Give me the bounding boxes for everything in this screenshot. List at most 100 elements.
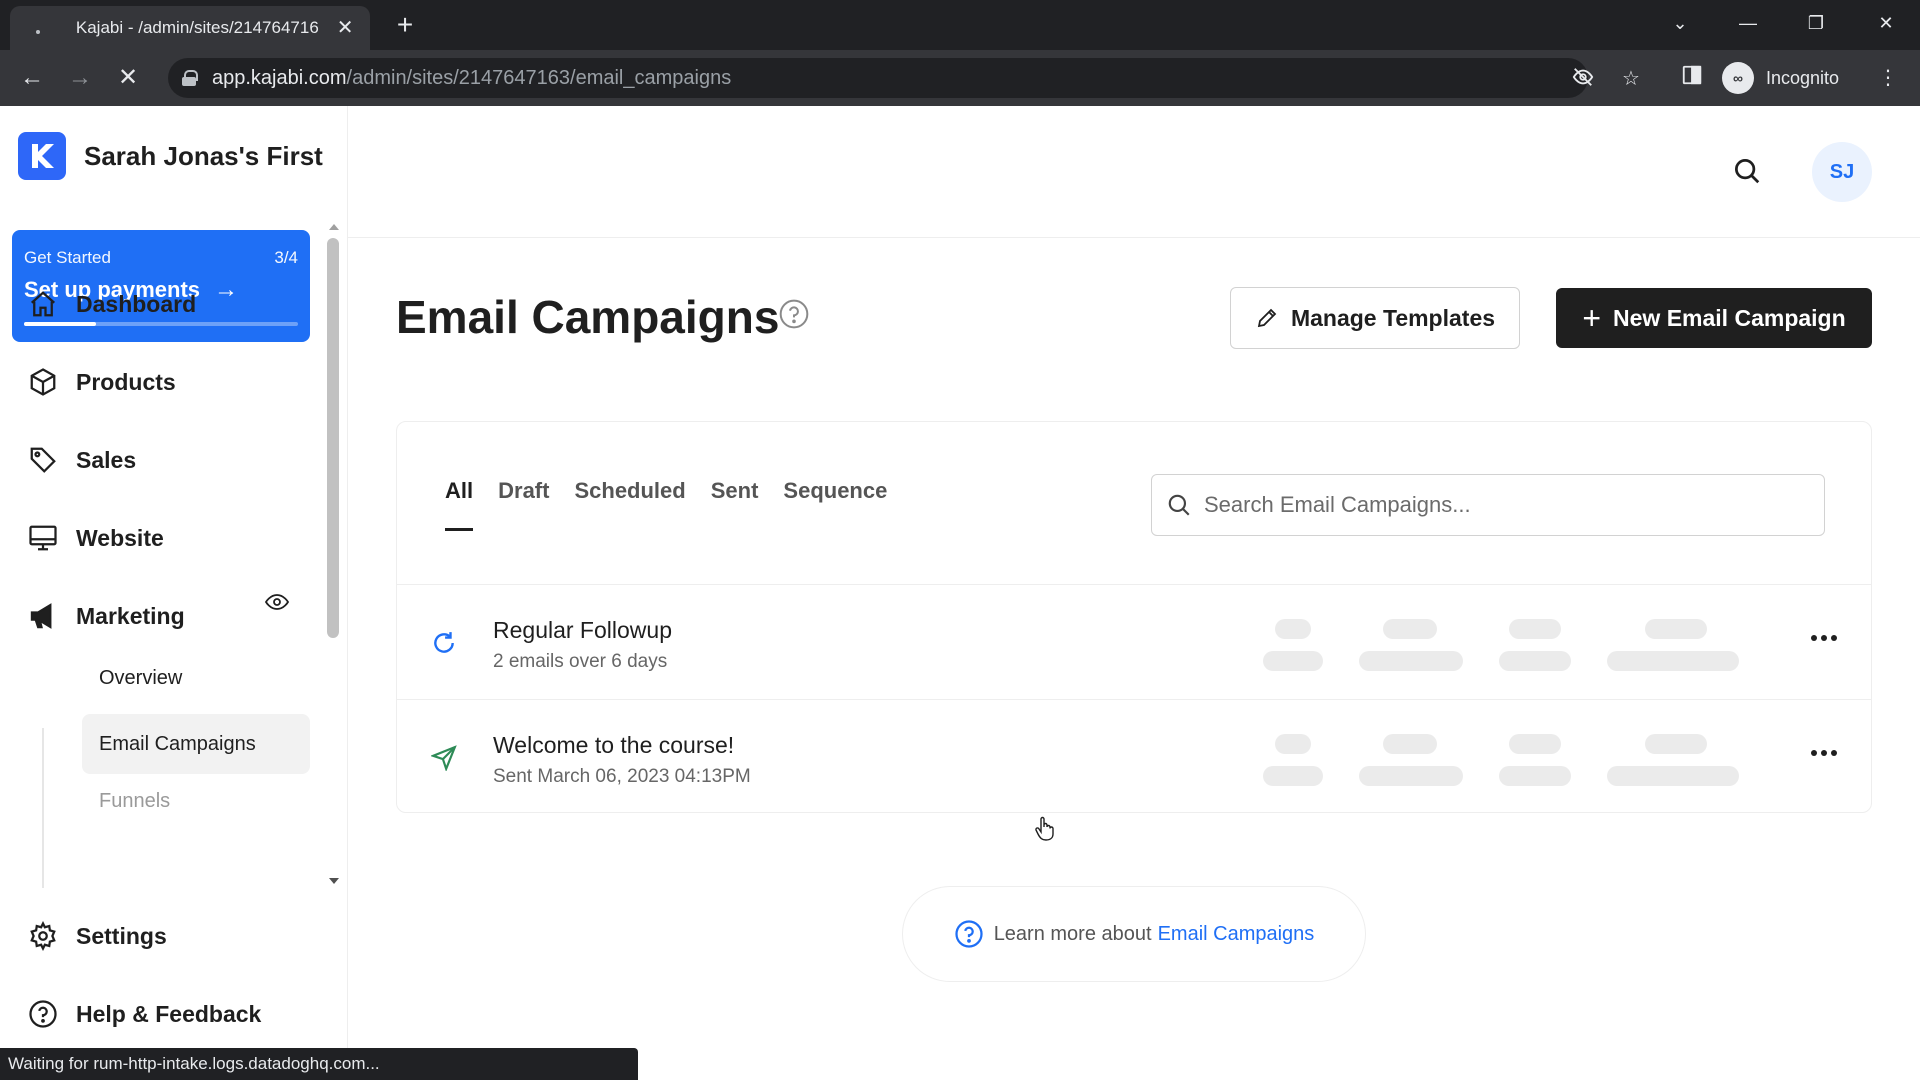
submenu-guide-line (42, 728, 44, 888)
loading-skeleton (1383, 619, 1437, 639)
incognito-indicator[interactable]: ∞ Incognito (1722, 62, 1839, 94)
brand[interactable]: Sarah Jonas's First (18, 132, 323, 180)
help-question-icon[interactable] (778, 298, 810, 335)
browser-menu-icon[interactable]: ⋮ (1874, 64, 1902, 92)
sidebar: Sarah Jonas's First Get Started 3/4 Set … (0, 106, 348, 1080)
more-options-icon[interactable] (1811, 635, 1841, 641)
learn-more-banner: Learn more about Email Campaigns (902, 886, 1366, 982)
stop-loading-icon[interactable]: ✕ (110, 60, 146, 96)
loading-skeleton (1275, 734, 1311, 754)
tab-scheduled[interactable]: Scheduled (574, 478, 685, 504)
sidebar-item-sales[interactable]: Sales (28, 440, 136, 480)
sidebar-item-label: Settings (76, 922, 167, 949)
loading-skeleton (1645, 734, 1707, 754)
scroll-up-icon[interactable] (329, 224, 339, 230)
tab-draft[interactable]: Draft (498, 478, 549, 504)
new-email-campaign-button[interactable]: + New Email Campaign (1556, 288, 1872, 348)
hand-cursor-icon (1034, 816, 1056, 847)
campaign-subtitle: Sent March 06, 2023 04:13PM (493, 766, 751, 787)
incognito-label: Incognito (1766, 67, 1840, 88)
close-window-icon[interactable]: ✕ (1866, 6, 1906, 40)
tab-sequence[interactable]: Sequence (783, 478, 887, 504)
tab-sent[interactable]: Sent (711, 478, 759, 504)
address-bar[interactable]: app.kajabi.com/admin/sites/2147647163/em… (168, 58, 1640, 98)
minimize-icon[interactable]: — (1728, 6, 1768, 40)
tab-all[interactable]: All (445, 478, 474, 531)
sidebar-item-help[interactable]: Help & Feedback (28, 994, 261, 1034)
bookmark-star-icon[interactable]: ☆ (1618, 66, 1644, 92)
campaign-title[interactable]: Regular Followup (493, 617, 672, 644)
header-divider (348, 237, 1920, 238)
loading-skeleton (1359, 766, 1463, 786)
preview-eye-icon[interactable] (262, 590, 292, 619)
campaign-filter-tabs: All Draft Scheduled Sent Sequence (445, 478, 912, 531)
table-row[interactable]: Regular Followup 2 emails over 6 days (397, 585, 1871, 699)
search-icon (1168, 494, 1190, 516)
get-started-label: Get Started (24, 248, 111, 267)
campaign-title[interactable]: Welcome to the course! (493, 732, 734, 759)
manage-templates-label: Manage Templates (1290, 304, 1496, 331)
sequence-refresh-icon (431, 630, 457, 661)
global-search-icon[interactable] (1732, 156, 1762, 191)
arrow-right-icon: → (214, 276, 239, 303)
loading-skeleton (1509, 734, 1561, 754)
tab-loading-icon (30, 20, 46, 36)
loading-skeleton (1359, 651, 1463, 671)
forward-icon[interactable]: → (62, 60, 98, 96)
loading-skeleton (1383, 734, 1437, 754)
sidebar-scrollbar[interactable] (325, 224, 341, 884)
restore-icon[interactable]: ❐ (1796, 6, 1836, 40)
sent-plane-icon (430, 745, 457, 776)
pencil-icon (1257, 308, 1277, 328)
tab-title: Kajabi - /admin/sites/214764716 (75, 18, 319, 37)
loading-skeleton (1509, 619, 1561, 639)
box-icon (30, 368, 56, 396)
browser-tab-bar: Kajabi - /admin/sites/214764716 ✕ + ⌄ — … (0, 0, 1920, 50)
more-options-icon[interactable] (1811, 750, 1841, 756)
url-path: /admin/sites/2147647163/email_campaigns (346, 66, 732, 89)
browser-tab[interactable]: Kajabi - /admin/sites/214764716 ✕ (10, 6, 370, 50)
sidebar-item-label: Website (76, 524, 164, 551)
loading-skeleton (1275, 619, 1311, 639)
back-icon[interactable]: ← (14, 60, 50, 96)
loading-skeleton (1607, 651, 1739, 671)
gear-icon (30, 921, 56, 951)
loading-skeleton (1263, 651, 1323, 671)
new-tab-button[interactable]: + (388, 10, 422, 40)
avatar[interactable]: SJ (1812, 142, 1872, 202)
side-panel-icon[interactable] (1678, 64, 1706, 92)
sidebar-subitem-overview[interactable]: Overview (82, 648, 310, 708)
learn-more-link[interactable]: Email Campaigns (1158, 923, 1315, 946)
sidebar-item-marketing[interactable]: Marketing (28, 596, 185, 636)
monitor-icon (29, 525, 57, 551)
campaigns-card: All Draft Scheduled Sent Sequence Regula… (396, 421, 1872, 813)
sidebar-item-products[interactable]: Products (28, 362, 176, 402)
sidebar-item-label: Sales (76, 446, 137, 473)
sidebar-item-dashboard[interactable]: Dashboard (28, 284, 196, 324)
search-input[interactable] (1204, 492, 1804, 518)
sidebar-item-settings[interactable]: Settings (28, 916, 167, 956)
tab-search-icon[interactable]: ⌄ (1660, 6, 1700, 40)
incognito-icon: ∞ (1722, 62, 1754, 94)
table-row[interactable]: Welcome to the course! Sent March 06, 20… (397, 700, 1871, 814)
scroll-down-icon[interactable] (329, 878, 339, 884)
sidebar-subitem-partial[interactable]: Funnels (82, 790, 310, 810)
tracking-blocked-eye-icon[interactable] (1570, 66, 1596, 92)
browser-status-bar: Waiting for rum-http-intake.logs.datadog… (0, 1048, 638, 1080)
get-started-progress-text: 3/4 (274, 248, 298, 267)
lock-icon[interactable] (182, 70, 198, 86)
kajabi-logo-icon (18, 132, 66, 180)
sidebar-subitem-email-campaigns[interactable]: Email Campaigns (82, 714, 310, 774)
loading-skeleton (1263, 766, 1323, 786)
scrollbar-thumb[interactable] (327, 238, 339, 638)
help-circle-icon (955, 920, 983, 948)
sidebar-item-website[interactable]: Website (28, 518, 164, 558)
home-icon (31, 291, 55, 317)
sidebar-item-label: Products (76, 368, 176, 395)
campaign-subtitle: 2 emails over 6 days (493, 651, 668, 672)
loading-skeleton (1499, 766, 1571, 786)
loading-skeleton (1607, 766, 1739, 786)
manage-templates-button[interactable]: Manage Templates (1230, 287, 1520, 349)
tab-close-icon[interactable]: ✕ (334, 17, 356, 39)
campaign-search[interactable] (1151, 474, 1825, 536)
